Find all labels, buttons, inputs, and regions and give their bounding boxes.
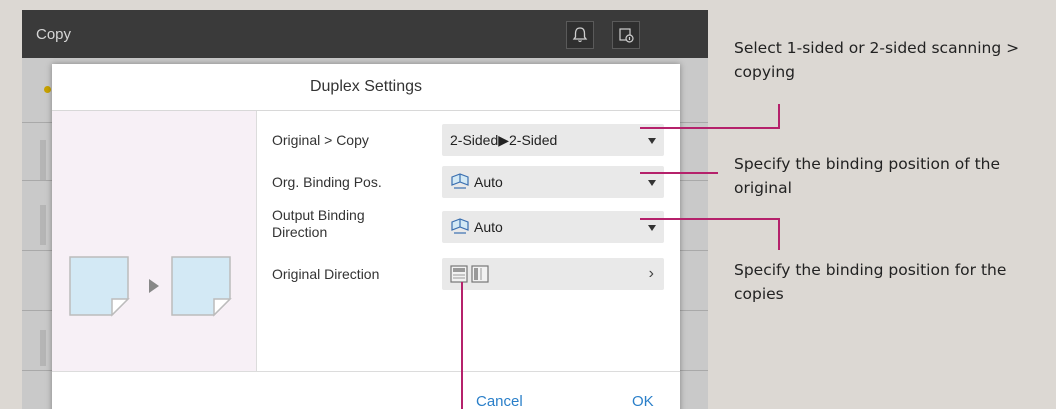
original-page-icon: [69, 256, 130, 317]
label-output-binding-direction: Output Binding Direction: [272, 207, 365, 240]
chevron-down-icon: [648, 180, 656, 186]
device-status-icon[interactable]: [612, 21, 640, 49]
callout-line: [640, 172, 718, 174]
binding-icon: [451, 218, 469, 234]
duplex-settings-dialog: Duplex Settings Original > Copy 2-Sided▶…: [52, 64, 680, 409]
binding-icon: [451, 173, 469, 189]
copy-page-icon: [171, 256, 232, 317]
callout-scan-mode: Select 1-sided or 2-sided scanning > cop…: [734, 39, 1020, 81]
dialog-footer-divider: [52, 371, 680, 372]
status-dot: [44, 86, 51, 93]
org-binding-value: Auto: [474, 174, 503, 190]
org-binding-dropdown[interactable]: Auto: [442, 166, 664, 198]
screen-title: Copy: [36, 26, 72, 43]
original-copy-value: 2-Sided▶2-Sided: [450, 132, 558, 148]
original-direction-button[interactable]: ›: [442, 258, 664, 290]
ok-button[interactable]: OK: [632, 393, 654, 409]
preview-panel: [52, 111, 257, 371]
top-bar: Copy: [22, 10, 708, 58]
orientation-icons: [450, 265, 489, 283]
callout-line: [461, 282, 463, 409]
label-org-binding-pos: Org. Binding Pos.: [272, 174, 382, 190]
chevron-down-icon: [648, 138, 656, 144]
chevron-down-icon: [648, 225, 656, 231]
bg-item: [40, 140, 46, 180]
output-binding-dropdown[interactable]: Auto: [442, 211, 664, 243]
callout-output-binding: Specify the binding position for the cop…: [734, 261, 1007, 303]
bg-item: [40, 205, 46, 245]
original-copy-dropdown[interactable]: 2-Sided▶2-Sided: [442, 124, 664, 156]
callout-line: [640, 127, 780, 129]
label-original-copy: Original > Copy: [272, 132, 369, 148]
arrow-right-icon: [149, 279, 159, 293]
callout-line: [640, 218, 780, 220]
callout-line: [778, 218, 780, 250]
chevron-right-icon: ›: [648, 265, 654, 282]
device-screen: Copy Duplex Settings Original > Copy 2-S…: [22, 10, 708, 409]
cancel-button[interactable]: Cancel: [476, 393, 523, 409]
callout-line: [778, 104, 780, 129]
bell-icon[interactable]: [566, 21, 594, 49]
callout-org-binding: Specify the binding position of the orig…: [734, 155, 1001, 197]
bg-item: [40, 330, 46, 366]
dialog-title: Duplex Settings: [52, 64, 680, 111]
label-original-direction: Original Direction: [272, 266, 380, 282]
output-binding-value: Auto: [474, 219, 503, 235]
